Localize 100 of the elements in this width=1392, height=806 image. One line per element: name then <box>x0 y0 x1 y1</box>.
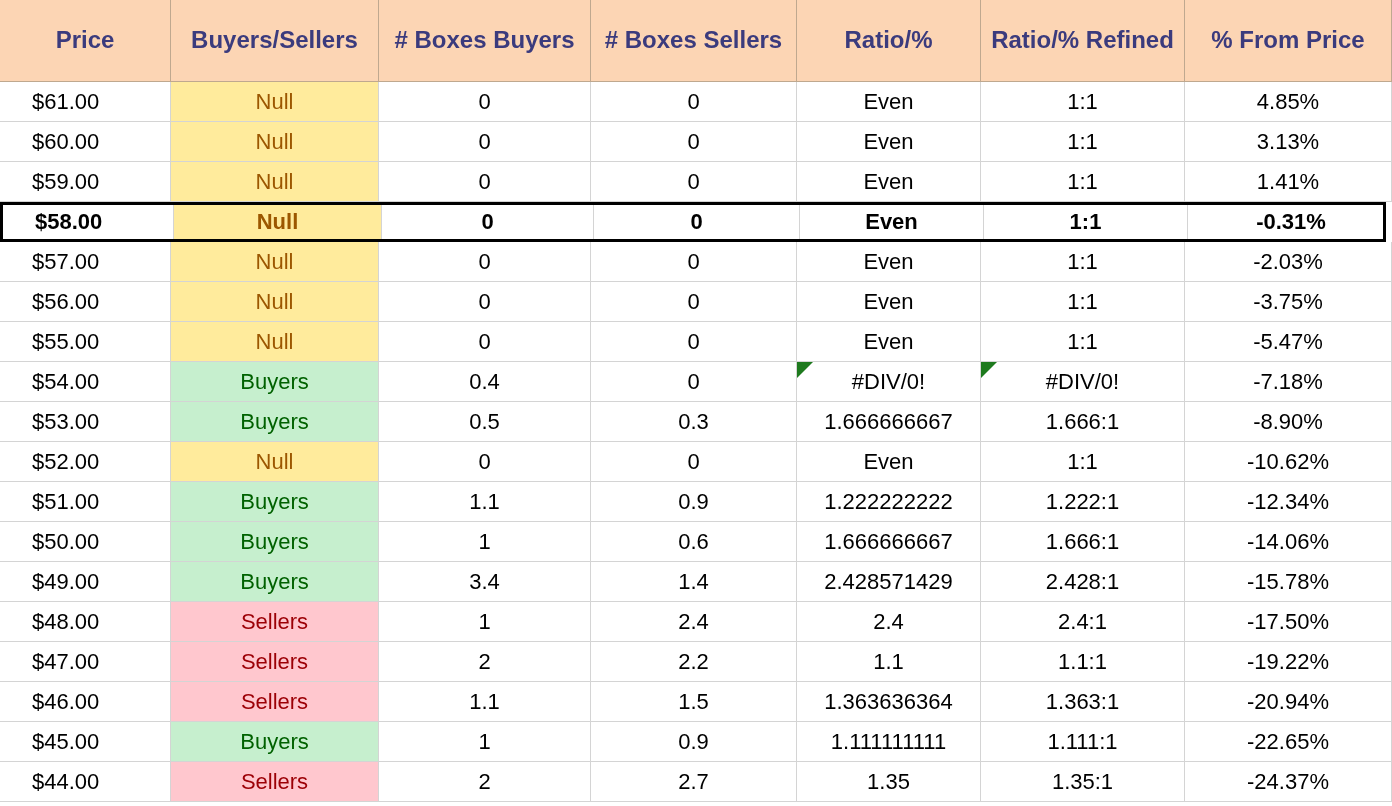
table-cell: Buyers <box>171 482 379 522</box>
table-cell: Even <box>797 282 981 322</box>
table-cell: 2.428571429 <box>797 562 981 602</box>
column-header: % From Price <box>1185 0 1392 82</box>
table-cell: 1 <box>379 602 591 642</box>
table-cell: -17.50% <box>1185 602 1392 642</box>
column-header: # Boxes Sellers <box>591 0 797 82</box>
table-cell: 1.4 <box>591 562 797 602</box>
table-cell: 1.5 <box>591 682 797 722</box>
table-cell: 1 <box>379 522 591 562</box>
table-cell: -3.75% <box>1185 282 1392 322</box>
column-header: Ratio/% Refined <box>981 0 1185 82</box>
table-cell: -10.62% <box>1185 442 1392 482</box>
table-cell: 0.9 <box>591 722 797 762</box>
table-cell: Even <box>797 82 981 122</box>
table-cell: Sellers <box>171 642 379 682</box>
table-cell: Null <box>171 82 379 122</box>
table-cell: 0 <box>379 322 591 362</box>
table-cell: 0 <box>379 82 591 122</box>
table-cell: 0 <box>379 122 591 162</box>
table-cell: 1.1 <box>797 642 981 682</box>
table-cell: 0.9 <box>591 482 797 522</box>
table-cell: Even <box>797 162 981 202</box>
column-header: # Boxes Buyers <box>379 0 591 82</box>
table-cell: 0 <box>591 282 797 322</box>
table-cell: 1.1:1 <box>981 642 1185 682</box>
table-cell: Null <box>171 322 379 362</box>
table-cell: Even <box>797 122 981 162</box>
table-cell: -2.03% <box>1185 242 1392 282</box>
table-cell: 1.111:1 <box>981 722 1185 762</box>
table-cell: Sellers <box>171 762 379 802</box>
table-cell: 0.6 <box>591 522 797 562</box>
table-cell: 1:1 <box>981 162 1185 202</box>
table-cell: 1:1 <box>981 122 1185 162</box>
table-cell: 1.666:1 <box>981 402 1185 442</box>
table-cell: 1 <box>379 722 591 762</box>
table-cell: 1:1 <box>981 322 1185 362</box>
table-cell: Even <box>800 205 984 239</box>
table-cell: 1:1 <box>981 82 1185 122</box>
table-cell: 0 <box>591 242 797 282</box>
table-cell: 0.3 <box>591 402 797 442</box>
table-cell: 2.428:1 <box>981 562 1185 602</box>
table-cell: 1:1 <box>984 205 1188 239</box>
table-cell: -5.47% <box>1185 322 1392 362</box>
table-cell: Even <box>797 322 981 362</box>
table-cell: -19.22% <box>1185 642 1392 682</box>
table-cell: Null <box>171 442 379 482</box>
table-cell: 0 <box>379 442 591 482</box>
table-cell: Buyers <box>171 522 379 562</box>
table-cell: 0 <box>591 362 797 402</box>
table-cell: Sellers <box>171 602 379 642</box>
column-header: Price <box>0 0 171 82</box>
table-cell: -24.37% <box>1185 762 1392 802</box>
table-cell: 3.4 <box>379 562 591 602</box>
table-cell: Null <box>171 282 379 322</box>
table-cell: 2.4 <box>797 602 981 642</box>
table-cell: 1.41% <box>1185 162 1392 202</box>
table-cell: #DIV/0! <box>797 362 981 402</box>
table-cell: 0 <box>591 442 797 482</box>
table-cell: -8.90% <box>1185 402 1392 442</box>
table-cell: 0.4 <box>379 362 591 402</box>
table-cell: 0 <box>594 205 800 239</box>
table-cell: Null <box>174 205 382 239</box>
table-cell: 1.666666667 <box>797 522 981 562</box>
table-cell: Buyers <box>171 362 379 402</box>
table-cell: -22.65% <box>1185 722 1392 762</box>
table-cell: 1.222222222 <box>797 482 981 522</box>
table-cell: Null <box>171 122 379 162</box>
table-cell: 0 <box>379 242 591 282</box>
table-cell: 0 <box>379 162 591 202</box>
table-cell: 0 <box>591 82 797 122</box>
table-cell: 4.85% <box>1185 82 1392 122</box>
table-cell: 0.5 <box>379 402 591 442</box>
table-cell: 0 <box>591 322 797 362</box>
table-cell: 0 <box>591 162 797 202</box>
table-cell: 2.4 <box>591 602 797 642</box>
table-cell: -14.06% <box>1185 522 1392 562</box>
table-cell: 0 <box>382 205 594 239</box>
table-cell: 1.111111111 <box>797 722 981 762</box>
table-cell: -15.78% <box>1185 562 1392 602</box>
table-cell: 1.666:1 <box>981 522 1185 562</box>
table-cell: 1.363636364 <box>797 682 981 722</box>
table-cell: 1.666666667 <box>797 402 981 442</box>
table-cell: 1:1 <box>981 242 1185 282</box>
table-cell: Buyers <box>171 402 379 442</box>
table-cell: 2 <box>379 762 591 802</box>
table-cell: 2.2 <box>591 642 797 682</box>
table-cell: Sellers <box>171 682 379 722</box>
table-cell: -12.34% <box>1185 482 1392 522</box>
table-cell: 2.7 <box>591 762 797 802</box>
table-cell: Null <box>171 162 379 202</box>
table-cell: 1.35 <box>797 762 981 802</box>
table-cell: 1.363:1 <box>981 682 1185 722</box>
table-cell: Buyers <box>171 722 379 762</box>
table-cell: 0 <box>591 122 797 162</box>
table-cell: -7.18% <box>1185 362 1392 402</box>
table-cell: 1:1 <box>981 282 1185 322</box>
table-cell: 0 <box>379 282 591 322</box>
column-header: Ratio/% <box>797 0 981 82</box>
table-cell: -0.31% <box>1188 205 1392 239</box>
